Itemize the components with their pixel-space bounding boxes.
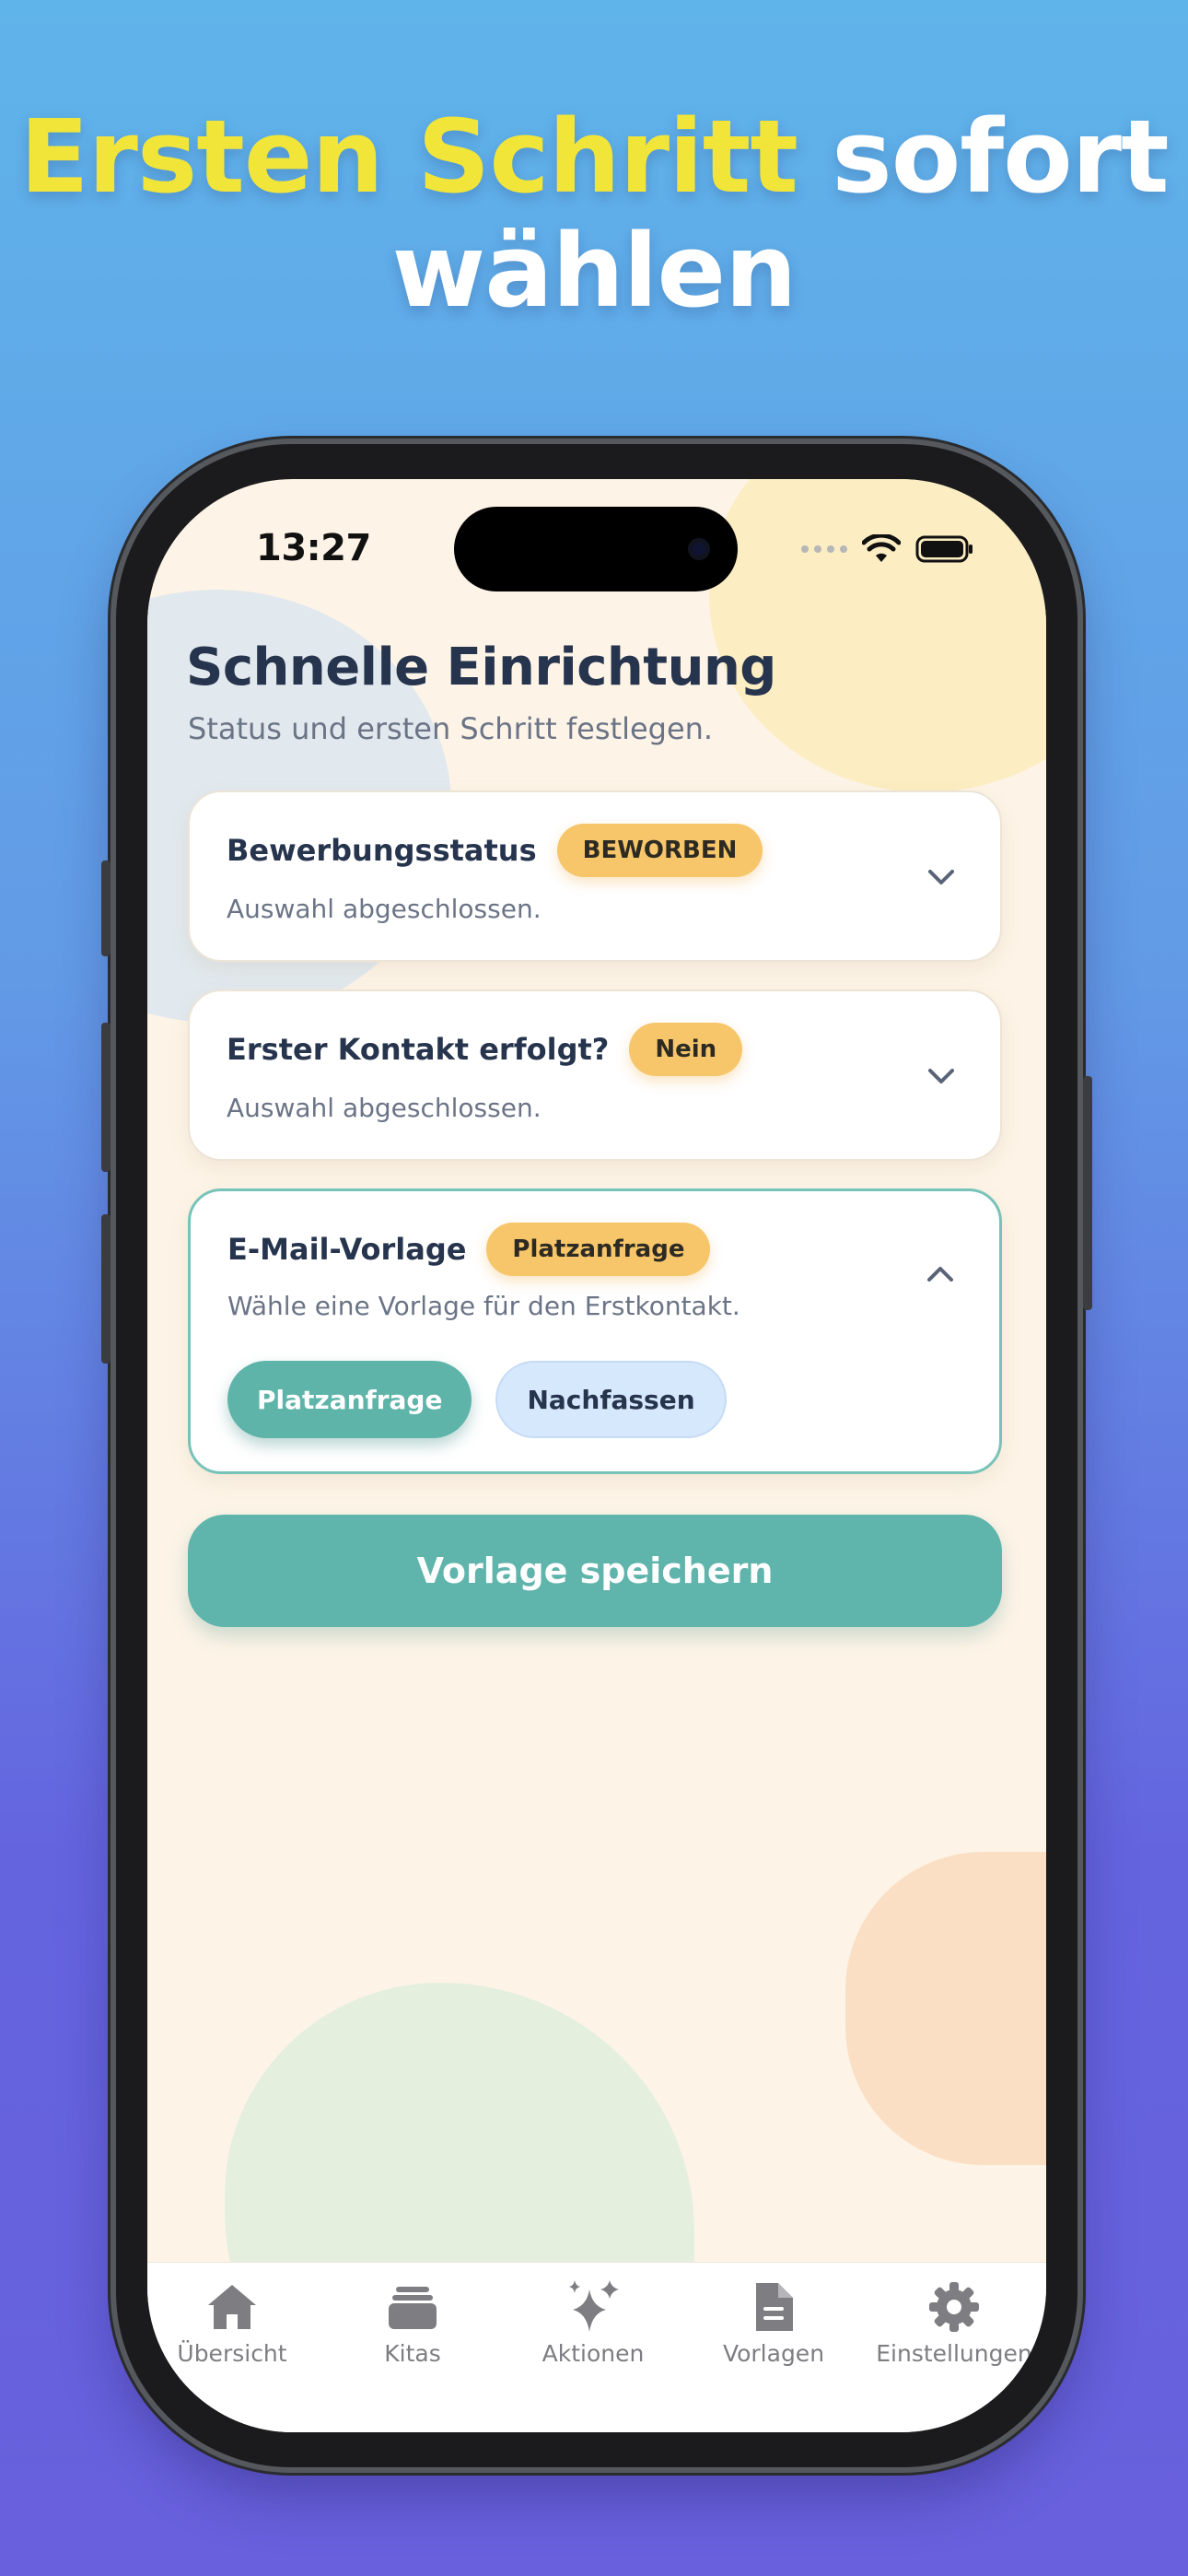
- application-status-card[interactable]: Bewerbungsstatus BEWORBEN Auswahl abgesc…: [188, 790, 1002, 962]
- battery-icon: [915, 535, 973, 563]
- card-title: Erster Kontakt erfolgt?: [227, 1032, 610, 1067]
- wifi-icon: [862, 534, 901, 562]
- card-header: Bewerbungsstatus BEWORBEN: [227, 824, 763, 877]
- first-contact-card[interactable]: Erster Kontakt erfolgt? Nein Auswahl abg…: [188, 989, 1002, 1161]
- chevron-up-icon[interactable]: [924, 1263, 957, 1285]
- page-title: Schnelle Einrichtung: [186, 638, 776, 697]
- headline-rest: sofort: [797, 98, 1169, 216]
- tab-label: Einstellungen: [876, 2340, 1032, 2367]
- option-nachfassen[interactable]: Nachfassen: [495, 1361, 727, 1438]
- blob-peach: [845, 1852, 1046, 2165]
- option-platzanfrage[interactable]: Platzanfrage: [227, 1361, 472, 1438]
- card-description: Auswahl abgeschlossen.: [227, 1093, 542, 1123]
- status-badge: BEWORBEN: [556, 824, 763, 877]
- page-subtitle: Status und ersten Schritt festlegen.: [188, 711, 714, 746]
- tab-vorlagen[interactable]: Vorlagen: [681, 2279, 866, 2367]
- stack-icon: [389, 2287, 437, 2329]
- tab-bar: Übersicht Kitas Aktionen Vorlagen Einste…: [147, 2262, 1046, 2432]
- tab-aktionen[interactable]: Aktionen: [501, 2279, 685, 2367]
- save-template-button[interactable]: Vorlage speichern: [188, 1515, 1002, 1627]
- card-header: Erster Kontakt erfolgt? Nein: [227, 1023, 743, 1076]
- volume-up-button: [101, 1023, 111, 1172]
- gear-icon: [929, 2282, 979, 2332]
- front-camera-icon: [688, 538, 710, 560]
- app-screen: 13:27 Schnelle Einrichtung Status und er…: [147, 479, 1046, 2432]
- marketing-headline: Ersten Schritt sofort wählen: [0, 100, 1188, 328]
- tab-uebersicht[interactable]: Übersicht: [147, 2279, 324, 2367]
- dynamic-island: [454, 507, 738, 591]
- headline-line-2: wählen: [391, 212, 798, 330]
- tab-einstellungen[interactable]: Einstellungen: [862, 2279, 1046, 2367]
- sparkles-icon: [569, 2280, 619, 2332]
- tab-label: Übersicht: [177, 2340, 287, 2367]
- card-description: Wähle eine Vorlage für den Erstkontakt.: [227, 1291, 740, 1321]
- headline-highlight: Ersten Schritt: [19, 98, 798, 216]
- tab-label: Aktionen: [542, 2340, 645, 2367]
- blob-yellow: [709, 479, 1046, 792]
- document-icon: [756, 2283, 793, 2331]
- tab-label: Kitas: [384, 2340, 441, 2367]
- card-description: Auswahl abgeschlossen.: [227, 894, 542, 924]
- tab-label: Vorlagen: [722, 2340, 825, 2367]
- chevron-down-icon[interactable]: [925, 1065, 958, 1087]
- status-badge: Platzanfrage: [486, 1223, 711, 1276]
- card-title: Bewerbungsstatus: [227, 833, 537, 868]
- status-time: 13:27: [256, 527, 371, 569]
- chevron-down-icon[interactable]: [925, 866, 958, 888]
- signal-dots-icon: [801, 545, 847, 553]
- card-header: E-Mail-Vorlage Platzanfrage: [227, 1223, 711, 1276]
- card-title: E-Mail-Vorlage: [227, 1232, 467, 1267]
- volume-down-button: [101, 1214, 111, 1364]
- action-button: [101, 861, 111, 956]
- template-options: Platzanfrage Nachfassen: [227, 1361, 727, 1438]
- headline-line-1: Ersten Schritt sofort: [0, 100, 1188, 214]
- status-badge: Nein: [629, 1023, 743, 1076]
- tab-kitas[interactable]: Kitas: [320, 2279, 505, 2367]
- power-button: [1083, 1076, 1092, 1310]
- phone-frame: 13:27 Schnelle Einrichtung Status und er…: [101, 444, 1092, 2467]
- status-icons: [801, 533, 974, 566]
- email-template-card[interactable]: E-Mail-Vorlage Platzanfrage Wähle eine V…: [188, 1188, 1002, 1474]
- house-icon: [208, 2285, 256, 2329]
